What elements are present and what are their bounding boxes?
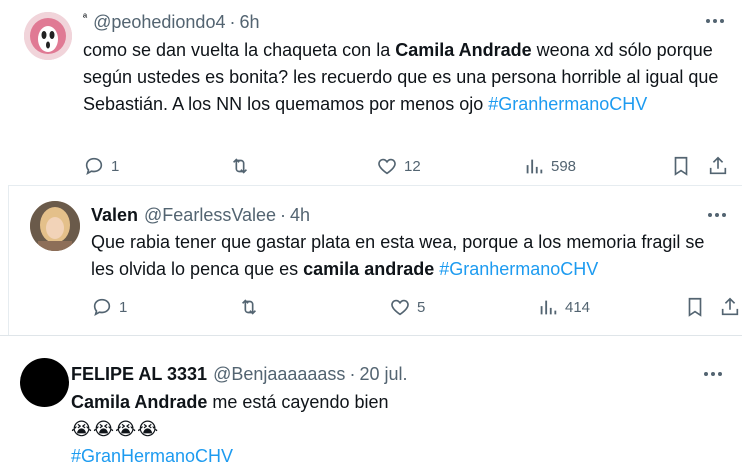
text-segment: como se dan vuelta la chaqueta con la <box>83 40 396 60</box>
bold-mention: Camila Andrade <box>395 40 532 60</box>
timestamp[interactable]: 6h <box>239 12 259 33</box>
views-icon <box>526 159 543 174</box>
tweet-text: Camila Andrade me está cayendo bien 😭😭😭😭… <box>71 389 711 465</box>
views-count: 598 <box>551 157 577 175</box>
more-icon[interactable] <box>708 210 730 220</box>
avatar[interactable] <box>24 12 72 60</box>
tweet-text: Que rabia tener que gastar plata en esta… <box>91 229 731 283</box>
bold-mention: camila andrade <box>303 259 435 279</box>
like-count: 5 <box>417 298 426 316</box>
avatar[interactable] <box>20 358 69 407</box>
separator: · <box>349 364 356 384</box>
retweet-button[interactable] <box>238 296 260 318</box>
text-segment: me está cayendo bien <box>207 392 389 412</box>
views-count: 414 <box>565 298 591 316</box>
display-name[interactable]: Valen <box>91 205 138 226</box>
share-icon <box>709 156 727 175</box>
like-icon <box>378 158 396 175</box>
like-button[interactable]: 12 <box>376 155 421 177</box>
separator: · <box>229 12 236 32</box>
bookmark-icon <box>674 156 688 176</box>
reply-button[interactable]: 1 <box>83 155 119 177</box>
like-button[interactable]: 5 <box>389 296 425 318</box>
hashtag-link[interactable]: #GranHermanoCHV <box>71 443 711 465</box>
bold-mention: Camila Andrade <box>71 392 208 412</box>
bookmark-button[interactable] <box>670 155 692 177</box>
bookmark-button[interactable] <box>684 296 706 318</box>
hashtag-link[interactable]: #GranhermanoCHV <box>439 259 598 279</box>
timestamp[interactable]: 20 jul. <box>359 364 407 385</box>
retweet-icon <box>232 158 248 174</box>
bookmark-icon <box>688 297 702 317</box>
tweet-1[interactable]: ª @peohediondo4 · 6h como se dan vuelta … <box>0 0 742 185</box>
timestamp[interactable]: 4h <box>290 205 310 226</box>
reply-count: 1 <box>111 157 120 175</box>
separator: · <box>280 205 287 225</box>
share-icon <box>721 297 739 316</box>
tweet-3[interactable]: FELIPE AL 3331 @Benjaaaaaass · 20 jul. C… <box>0 335 742 465</box>
views-button[interactable]: 598 <box>523 155 576 177</box>
hashtag-link[interactable]: #GranhermanoCHV <box>488 94 647 114</box>
tweet-header: FELIPE AL 3331 @Benjaaaaaass · 20 jul. <box>71 364 407 385</box>
like-count: 12 <box>404 157 421 175</box>
tweet-text: como se dan vuelta la chaqueta con la Ca… <box>83 37 733 118</box>
more-icon[interactable] <box>704 369 726 379</box>
share-button[interactable] <box>707 155 729 177</box>
user-handle[interactable]: @peohediondo4 <box>93 12 225 33</box>
views-button[interactable]: 414 <box>537 296 590 318</box>
reply-count: 1 <box>119 298 128 316</box>
user-handle[interactable]: @Benjaaaaaass <box>213 364 345 385</box>
action-bar: 1 12 598 <box>83 155 733 179</box>
display-name[interactable]: FELIPE AL 3331 <box>71 364 207 385</box>
retweet-icon <box>241 299 257 315</box>
display-name[interactable]: ª <box>83 12 87 24</box>
views-icon <box>540 300 557 315</box>
more-icon[interactable] <box>706 16 728 26</box>
reply-icon <box>93 298 111 317</box>
tweet-header: ª @peohediondo4 · 6h <box>83 12 260 33</box>
crying-emoji-icons: 😭😭😭😭 <box>71 419 160 439</box>
retweet-button[interactable] <box>229 155 251 177</box>
action-bar: 1 5 414 <box>91 296 739 320</box>
share-button[interactable] <box>719 296 741 318</box>
user-handle[interactable]: @FearlessValee <box>144 205 276 226</box>
like-icon <box>391 299 409 316</box>
reply-button[interactable]: 1 <box>91 296 127 318</box>
avatar[interactable] <box>30 201 80 251</box>
tweet-2[interactable]: Valen @FearlessValee · 4h Que rabia tene… <box>8 185 742 335</box>
tweet-header: Valen @FearlessValee · 4h <box>91 205 310 226</box>
text-line: Camila Andrade me está cayendo bien <box>71 389 711 416</box>
reply-icon <box>85 157 103 176</box>
